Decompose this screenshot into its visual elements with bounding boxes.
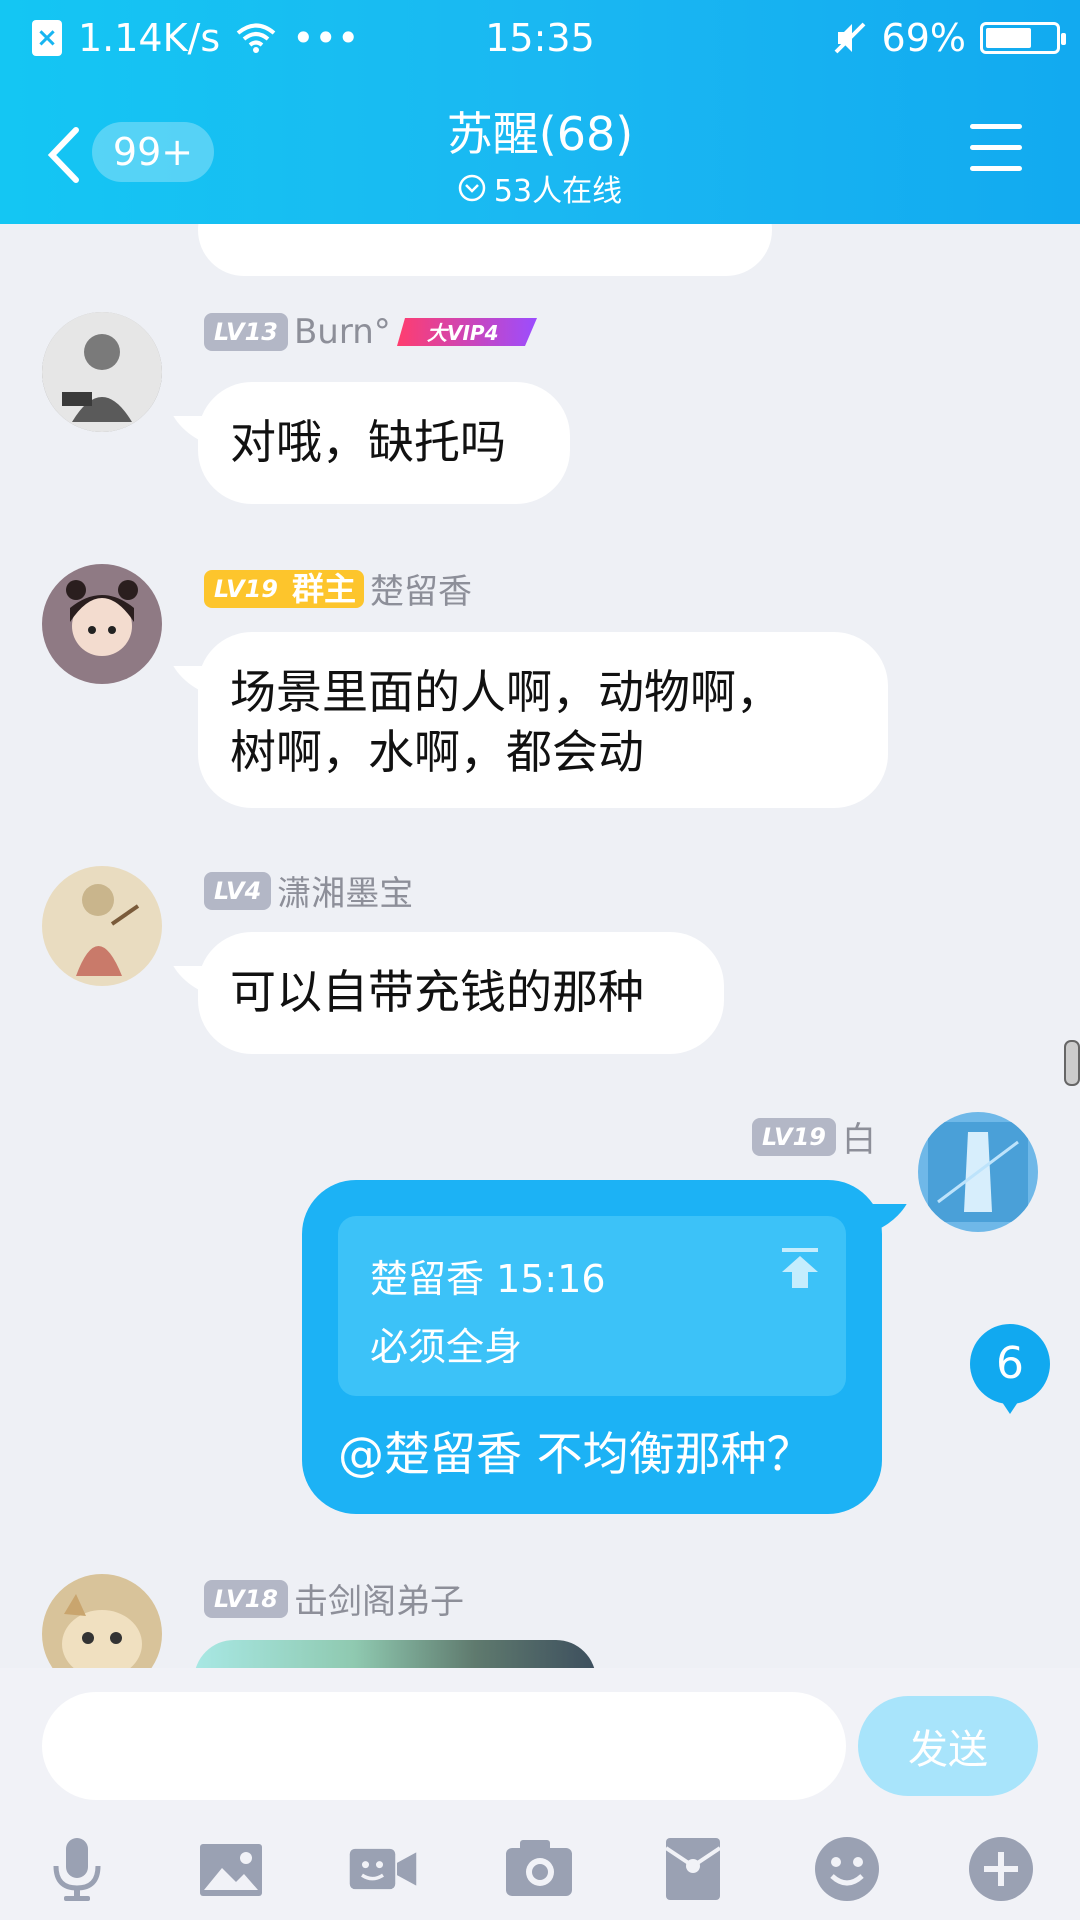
avatar-girl-figure xyxy=(42,564,162,684)
message-text: 可以自带充钱的那种 xyxy=(230,965,644,1019)
sender-name[interactable]: Burn° xyxy=(294,312,391,352)
microphone-icon[interactable] xyxy=(42,1834,112,1904)
message-bubble[interactable]: 可以自带充钱的那种 xyxy=(198,932,724,1054)
avatar-cat-figure xyxy=(42,1574,162,1668)
message-text: @楚留香 不均衡那种？ xyxy=(338,1427,813,1481)
battery-percent: 69% xyxy=(881,16,966,60)
avatar-self[interactable] xyxy=(918,1112,1038,1232)
message-input[interactable] xyxy=(42,1692,846,1800)
message-text-line: 场景里面的人啊，动物啊， xyxy=(230,665,782,719)
avatar-painted-figure xyxy=(42,866,162,986)
level-badge: LV4 xyxy=(204,871,272,910)
input-bar: 发送 xyxy=(0,1668,1080,1920)
new-messages-badge[interactable]: 6 xyxy=(970,1324,1050,1414)
message-text: 对哦，缺托吗 xyxy=(230,415,506,469)
message-bubble[interactable]: 场景里面的人啊，动物啊， 树啊，水啊，都会动 xyxy=(198,632,888,808)
sender-row: LV13 Burn° 大VIP4 xyxy=(204,312,547,352)
online-count-label: 53人在线 xyxy=(493,174,623,209)
nav-bar: 99+ 苏醒(68) 53人在线 xyxy=(0,80,1080,224)
avatar-sketch-figure xyxy=(42,312,162,432)
send-button[interactable]: 发送 xyxy=(858,1696,1038,1796)
battery-icon xyxy=(980,22,1066,54)
emoji-icon[interactable] xyxy=(812,1834,882,1904)
online-count[interactable]: 53人在线 xyxy=(0,166,1080,210)
toolbar xyxy=(0,1824,1080,1914)
add-more-icon[interactable] xyxy=(966,1834,1036,1904)
sender-name[interactable]: 击剑阁弟子 xyxy=(294,1574,464,1623)
avatar-xiaoxiang[interactable] xyxy=(42,866,162,986)
avatar-jijiange[interactable] xyxy=(42,1574,162,1668)
message-text-line: 树啊，水啊，都会动 xyxy=(230,725,644,779)
red-packet-icon[interactable] xyxy=(658,1834,728,1904)
menu-icon[interactable] xyxy=(970,124,1022,172)
sender-name[interactable]: 楚留香 xyxy=(370,564,472,613)
chat-header: × 1.14K/s ••• 15:35 69% 99+ 苏醒(68) 53人在线 xyxy=(0,0,1080,224)
scrollbar-thumb[interactable] xyxy=(1064,1040,1080,1086)
level-badge: LV18 xyxy=(204,1579,288,1618)
jump-to-top-icon[interactable] xyxy=(780,1246,820,1290)
group-title: 苏醒(68) xyxy=(446,107,634,161)
sender-row: LV18 击剑阁弟子 xyxy=(204,1574,464,1623)
vip-badge-text: 大VIP4 xyxy=(427,321,499,345)
quote-header: 楚留香 15:16 xyxy=(370,1257,606,1301)
sender-name[interactable]: 白 xyxy=(842,1112,876,1161)
video-call-icon[interactable] xyxy=(348,1834,418,1904)
vip-badge-icon: 大VIP4 xyxy=(396,318,537,346)
message-list[interactable]: LV13 Burn° 大VIP4 对哦，缺托吗 LV19 群主 楚留香 场景里面… xyxy=(0,224,1080,1668)
avatar-burn[interactable] xyxy=(42,312,162,432)
previous-message-bubble[interactable] xyxy=(198,224,772,276)
sender-row: LV19 群主 楚留香 xyxy=(204,564,472,613)
quoted-message[interactable]: 楚留香 15:16 必须全身 xyxy=(338,1216,846,1396)
sender-row: LV4 潇湘墨宝 xyxy=(204,866,413,915)
battery-level xyxy=(986,28,1032,48)
avatar-blue-figure xyxy=(918,1112,1038,1232)
level-badge: LV19 xyxy=(204,569,288,608)
my-message-bubble[interactable]: 楚留香 15:16 必须全身 @楚留香 不均衡那种？ xyxy=(302,1180,882,1514)
image-message-thumbnail[interactable] xyxy=(194,1640,596,1668)
sender-row: LV19 白 xyxy=(752,1112,876,1161)
message-bubble[interactable]: 对哦，缺托吗 xyxy=(198,382,570,504)
chevron-down-circle-icon xyxy=(458,174,486,202)
level-badge: LV19 xyxy=(752,1117,836,1156)
quote-body: 必须全身 xyxy=(370,1325,523,1369)
status-bar: × 1.14K/s ••• 15:35 69% xyxy=(0,0,1080,80)
mute-icon xyxy=(834,22,865,54)
image-icon[interactable] xyxy=(196,1834,266,1904)
avatar-chuliuxiang[interactable] xyxy=(42,564,162,684)
sender-name[interactable]: 潇湘墨宝 xyxy=(277,866,413,915)
camera-icon[interactable] xyxy=(504,1834,574,1904)
level-badge: LV13 xyxy=(204,313,288,351)
owner-badge: 群主 xyxy=(287,569,364,608)
